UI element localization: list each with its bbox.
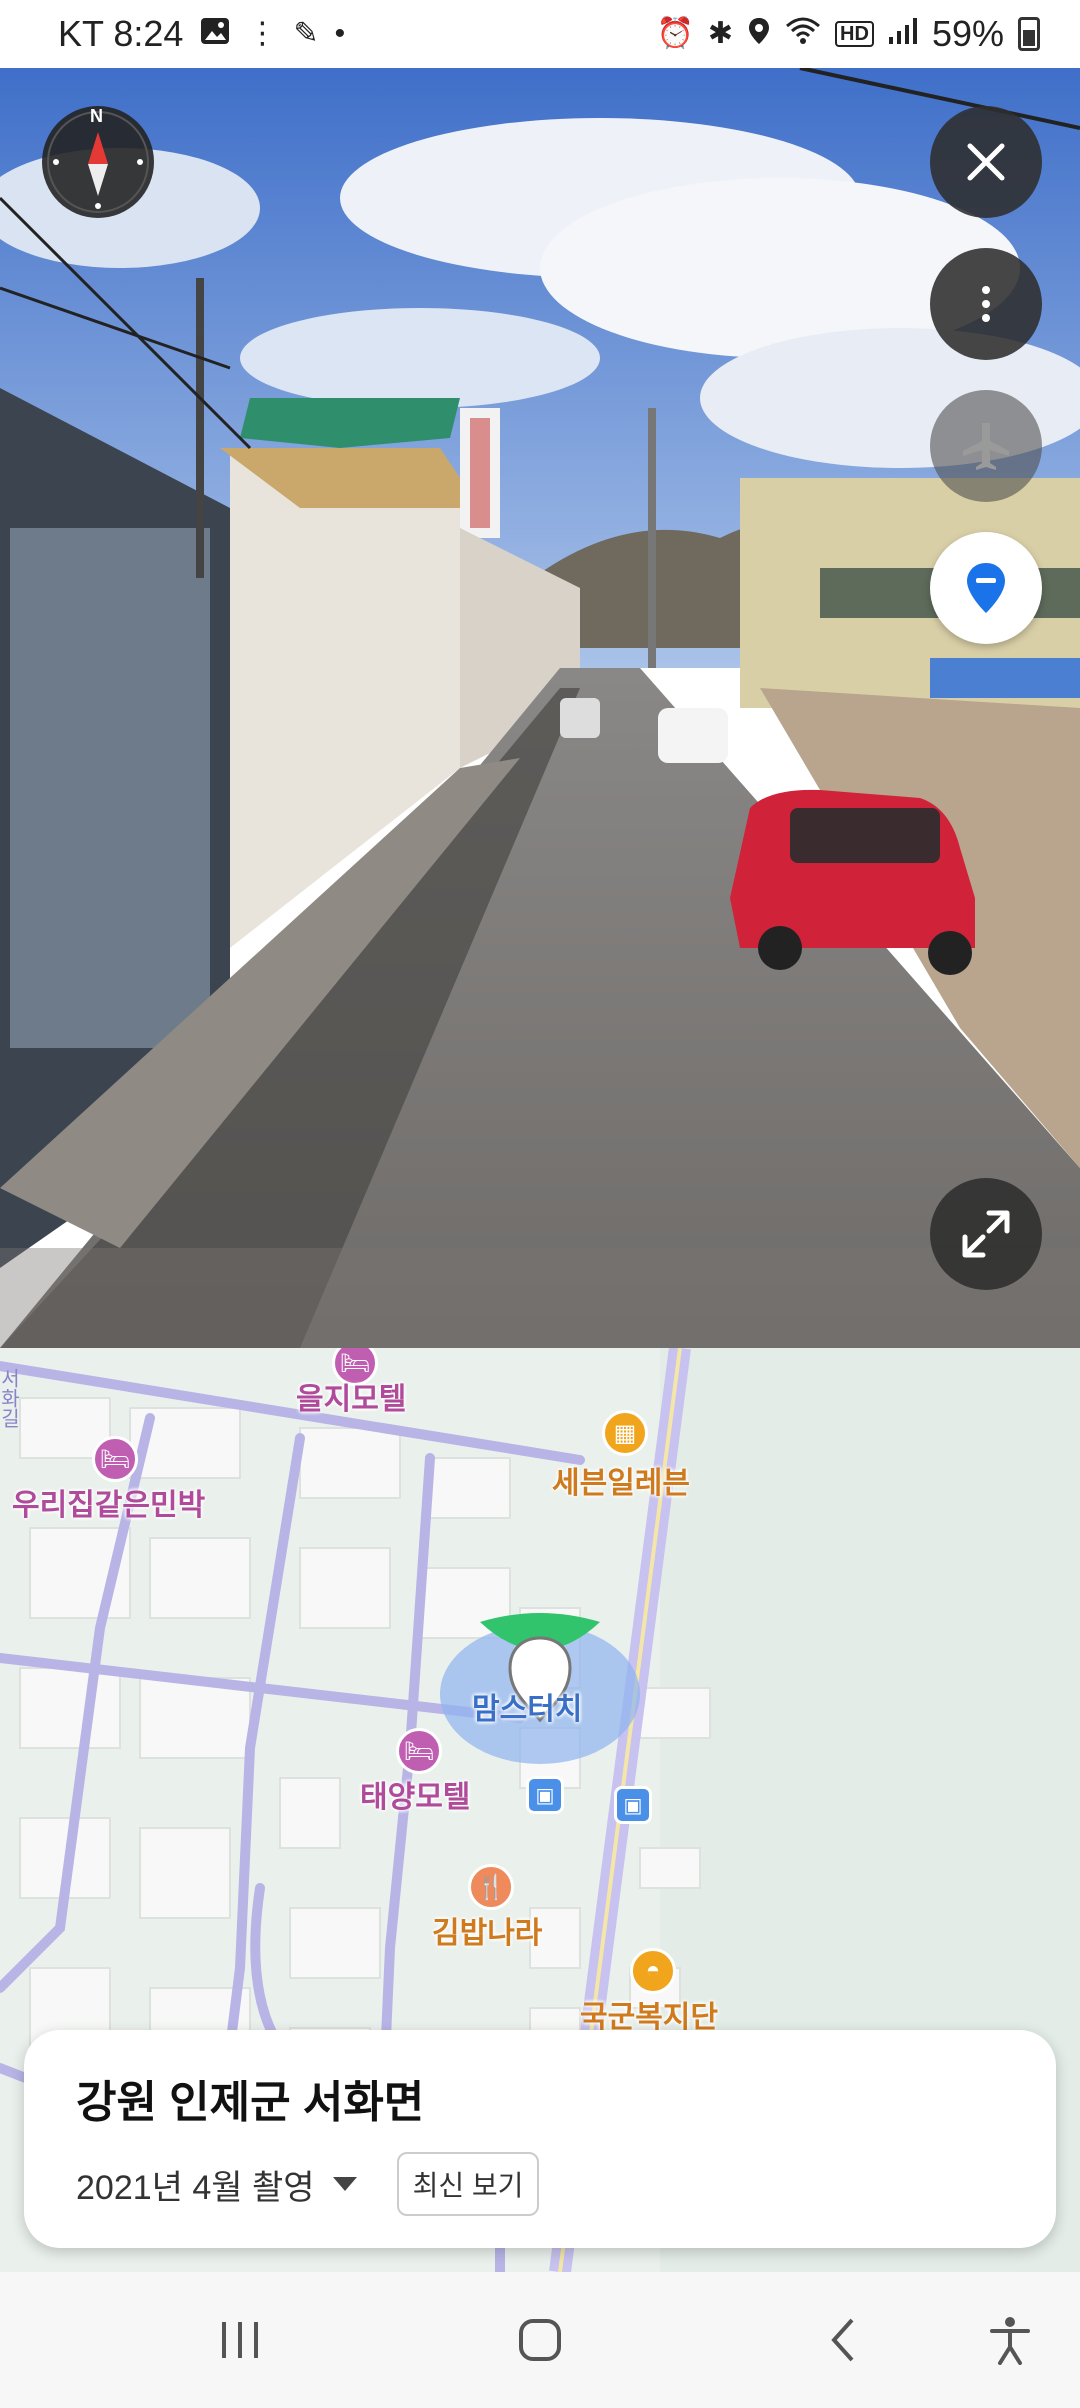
compass-button[interactable]: N xyxy=(42,106,154,218)
street-view-panorama[interactable]: N xyxy=(0,68,1080,1348)
back-button[interactable] xyxy=(818,2312,868,2368)
poi-momstouch[interactable]: 맘스터치 xyxy=(472,1684,582,1728)
fullscreen-button[interactable] xyxy=(930,1178,1042,1290)
location-pin-icon xyxy=(967,563,1005,613)
poi-euljimotel[interactable]: 을지모텔 xyxy=(296,1374,406,1418)
more-dots-icon: ⋮ xyxy=(247,17,278,50)
alarm-icon: ⏰ xyxy=(656,17,694,50)
system-nav-bar xyxy=(0,2272,1080,2408)
view-latest-button[interactable]: 최신 보기 xyxy=(396,2152,540,2216)
location-title: 강원 인제군 서화면 xyxy=(76,2078,425,2127)
battery-percent: 59% xyxy=(931,13,1004,54)
restaurant-icon[interactable]: 🍴 xyxy=(468,1864,514,1910)
chevron-down-icon xyxy=(332,2177,357,2191)
recent-apps-button[interactable] xyxy=(210,2312,270,2368)
bluetooth-icon: ✱ xyxy=(707,17,734,50)
home-button[interactable] xyxy=(510,2312,570,2368)
recent-apps-icon xyxy=(222,2322,258,2358)
expand-icon xyxy=(962,1210,1010,1258)
dot-icon: • xyxy=(334,17,346,50)
poi-taeyang-motel[interactable]: 태양모텔 xyxy=(360,1772,470,1816)
more-options-icon xyxy=(982,286,990,322)
pen-icon: ✎ xyxy=(293,17,319,50)
location-button[interactable] xyxy=(930,532,1042,644)
battery-icon xyxy=(1018,17,1040,51)
lodging-icon[interactable]: 🛏 xyxy=(92,1436,138,1482)
store-icon[interactable]: ◓ xyxy=(630,1948,676,1994)
poi-gimbap-nara[interactable]: 김밥나라 xyxy=(432,1908,542,1952)
signal-icon xyxy=(888,17,918,51)
back-icon xyxy=(831,2318,854,2362)
capture-date: 2021년 4월 촬영 xyxy=(76,2168,315,2207)
aerial-view-button[interactable] xyxy=(930,390,1042,502)
accessibility-button[interactable] xyxy=(980,2312,1040,2368)
gallery-icon xyxy=(199,16,231,52)
more-options-button[interactable] xyxy=(930,248,1042,360)
poi-urijip-minbak[interactable]: 우리집같은민박 xyxy=(12,1480,205,1524)
compass-north-label: N xyxy=(90,106,103,126)
location-info-card[interactable]: 강원 인제군 서화면 2021년 4월 촬영 최신 보기 xyxy=(24,2030,1056,2248)
airplane-icon xyxy=(963,423,1009,470)
capture-date-dropdown[interactable]: 2021년 4월 촬영 xyxy=(76,2160,357,2209)
hd-icon: HD xyxy=(835,21,874,47)
close-button[interactable] xyxy=(930,106,1042,218)
lodging-icon[interactable]: 🛏 xyxy=(396,1728,442,1774)
poi-seven-eleven[interactable]: 세븐일레븐 xyxy=(552,1458,690,1502)
home-icon xyxy=(519,2319,561,2361)
status-bar: KT 8:24 ⋮ ✎ • ⏰ ✱ HD 59% xyxy=(0,0,1080,68)
accessibility-icon xyxy=(990,2317,1030,2365)
bus-stop-icon[interactable]: ▣ xyxy=(526,1776,564,1814)
wifi-icon xyxy=(785,16,821,52)
road-label: 서화길 xyxy=(0,1368,19,1428)
bus-stop-icon[interactable]: ▣ xyxy=(614,1786,652,1824)
store-icon[interactable]: ▦ xyxy=(602,1410,648,1456)
close-icon xyxy=(967,143,1005,181)
location-icon xyxy=(747,16,771,52)
carrier-time: KT 8:24 xyxy=(58,13,184,54)
